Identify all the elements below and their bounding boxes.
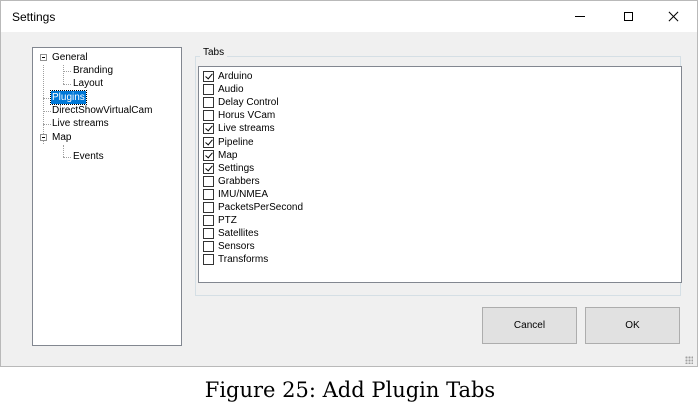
tree-item-label: Map bbox=[52, 132, 72, 143]
checkbox[interactable] bbox=[203, 175, 214, 187]
checkbox[interactable] bbox=[203, 149, 214, 161]
tabs-checklist[interactable]: Arduino Audio Delay Control Horus VCam Live … bbox=[198, 66, 682, 283]
tree-item-label: Branding bbox=[73, 65, 114, 76]
checklist-item-label: Settings bbox=[218, 162, 255, 174]
maximize-button[interactable] bbox=[605, 1, 651, 32]
checklist-item[interactable]: Sensors bbox=[203, 240, 255, 253]
checklist-item-label: Live streams bbox=[218, 123, 275, 135]
checkbox[interactable] bbox=[203, 254, 214, 266]
checklist-item[interactable]: Settings bbox=[203, 162, 254, 175]
checklist-item-label: Arduino bbox=[218, 71, 253, 82]
checklist-item[interactable]: Delay Control bbox=[203, 96, 279, 109]
tree-item-label: Live streams bbox=[52, 118, 109, 129]
checklist-item-label: Transforms bbox=[218, 254, 269, 266]
checklist-item[interactable]: IMU/NMEA bbox=[203, 188, 268, 201]
tree-line-general bbox=[63, 65, 64, 84]
checkbox[interactable] bbox=[203, 84, 214, 96]
checklist-item-label: PTZ bbox=[218, 215, 237, 227]
cancel-button[interactable]: Cancel bbox=[482, 307, 577, 344]
tree-line-plugins bbox=[43, 98, 51, 99]
checklist-item-label: Grabbers bbox=[218, 175, 260, 187]
checkbox[interactable] bbox=[203, 215, 214, 227]
expand-collapse-icon[interactable] bbox=[40, 134, 47, 141]
tabs-group-label: Tabs bbox=[200, 47, 228, 58]
checklist-item[interactable]: PacketsPerSecond bbox=[203, 201, 303, 214]
figure-caption: Figure 25: Add Plugin Tabs bbox=[204, 378, 496, 402]
checkbox[interactable] bbox=[203, 97, 214, 109]
checklist-item-label: Audio bbox=[218, 84, 244, 96]
checkbox[interactable] bbox=[203, 71, 214, 82]
checklist-item-label: Pipeline bbox=[218, 136, 254, 148]
checkbox[interactable] bbox=[203, 228, 214, 240]
close-button[interactable] bbox=[650, 1, 696, 32]
tree-item-label: General bbox=[52, 52, 88, 63]
minimize-button[interactable] bbox=[557, 1, 603, 32]
checklist-item[interactable]: Grabbers bbox=[203, 175, 260, 188]
checklist-item[interactable]: Live streams bbox=[203, 122, 275, 135]
tree-line-branding bbox=[63, 71, 71, 72]
title-bar: Settings bbox=[1, 1, 697, 32]
checklist-item-label: IMU/NMEA bbox=[218, 188, 268, 200]
checklist-item[interactable]: Horus VCam bbox=[203, 109, 275, 122]
tree-item-label: Plugins bbox=[50, 90, 87, 105]
checklist-item-label: Horus VCam bbox=[218, 110, 276, 122]
ok-button[interactable]: OK bbox=[585, 307, 680, 344]
checklist-item[interactable]: Audio bbox=[203, 83, 244, 96]
tree-item-label: Layout bbox=[73, 78, 104, 89]
settings-tree[interactable]: General Branding Layout Plugins DirectSh… bbox=[32, 47, 182, 346]
tree-line-root bbox=[43, 65, 44, 144]
checkbox[interactable] bbox=[203, 123, 214, 135]
checkbox[interactable] bbox=[203, 136, 214, 148]
checkbox[interactable] bbox=[203, 241, 214, 253]
resize-grip-icon[interactable] bbox=[685, 356, 693, 364]
checklist-item-label: Map bbox=[218, 149, 238, 161]
tree-line-directshow bbox=[43, 111, 51, 112]
checklist-item-label: Sensors bbox=[218, 241, 255, 253]
maximize-icon bbox=[623, 12, 633, 21]
checklist-item[interactable]: PTZ bbox=[203, 214, 237, 227]
close-icon bbox=[668, 11, 679, 22]
tree-item-label: Events bbox=[73, 151, 104, 162]
checkbox[interactable] bbox=[203, 110, 214, 122]
expand-collapse-icon[interactable] bbox=[40, 54, 47, 61]
checklist-item[interactable]: Transforms bbox=[203, 253, 268, 266]
tree-line-livestreams bbox=[43, 124, 51, 125]
tree-line-events bbox=[63, 157, 71, 158]
checkbox[interactable] bbox=[203, 202, 214, 213]
checklist-item[interactable]: Map bbox=[203, 149, 237, 162]
checklist-item-label: Delay Control bbox=[218, 97, 279, 109]
settings-window: Settings General Branding Layout Plugins… bbox=[0, 0, 698, 367]
tree-line-map bbox=[63, 145, 64, 157]
checklist-item[interactable]: Pipeline bbox=[203, 136, 254, 149]
checklist-item[interactable]: Satellites bbox=[203, 227, 259, 240]
checklist-item-label: PacketsPerSecond bbox=[218, 202, 304, 213]
tree-line-layout bbox=[63, 84, 71, 85]
checklist-item-label: Satellites bbox=[218, 228, 259, 240]
checkbox[interactable] bbox=[203, 188, 214, 200]
checklist-item[interactable]: Arduino bbox=[203, 70, 252, 83]
minimize-icon bbox=[575, 16, 585, 17]
tree-item-label: DirectShowVirtualCam bbox=[52, 105, 153, 116]
window-title: Settings bbox=[12, 10, 56, 24]
checkbox[interactable] bbox=[203, 162, 214, 174]
